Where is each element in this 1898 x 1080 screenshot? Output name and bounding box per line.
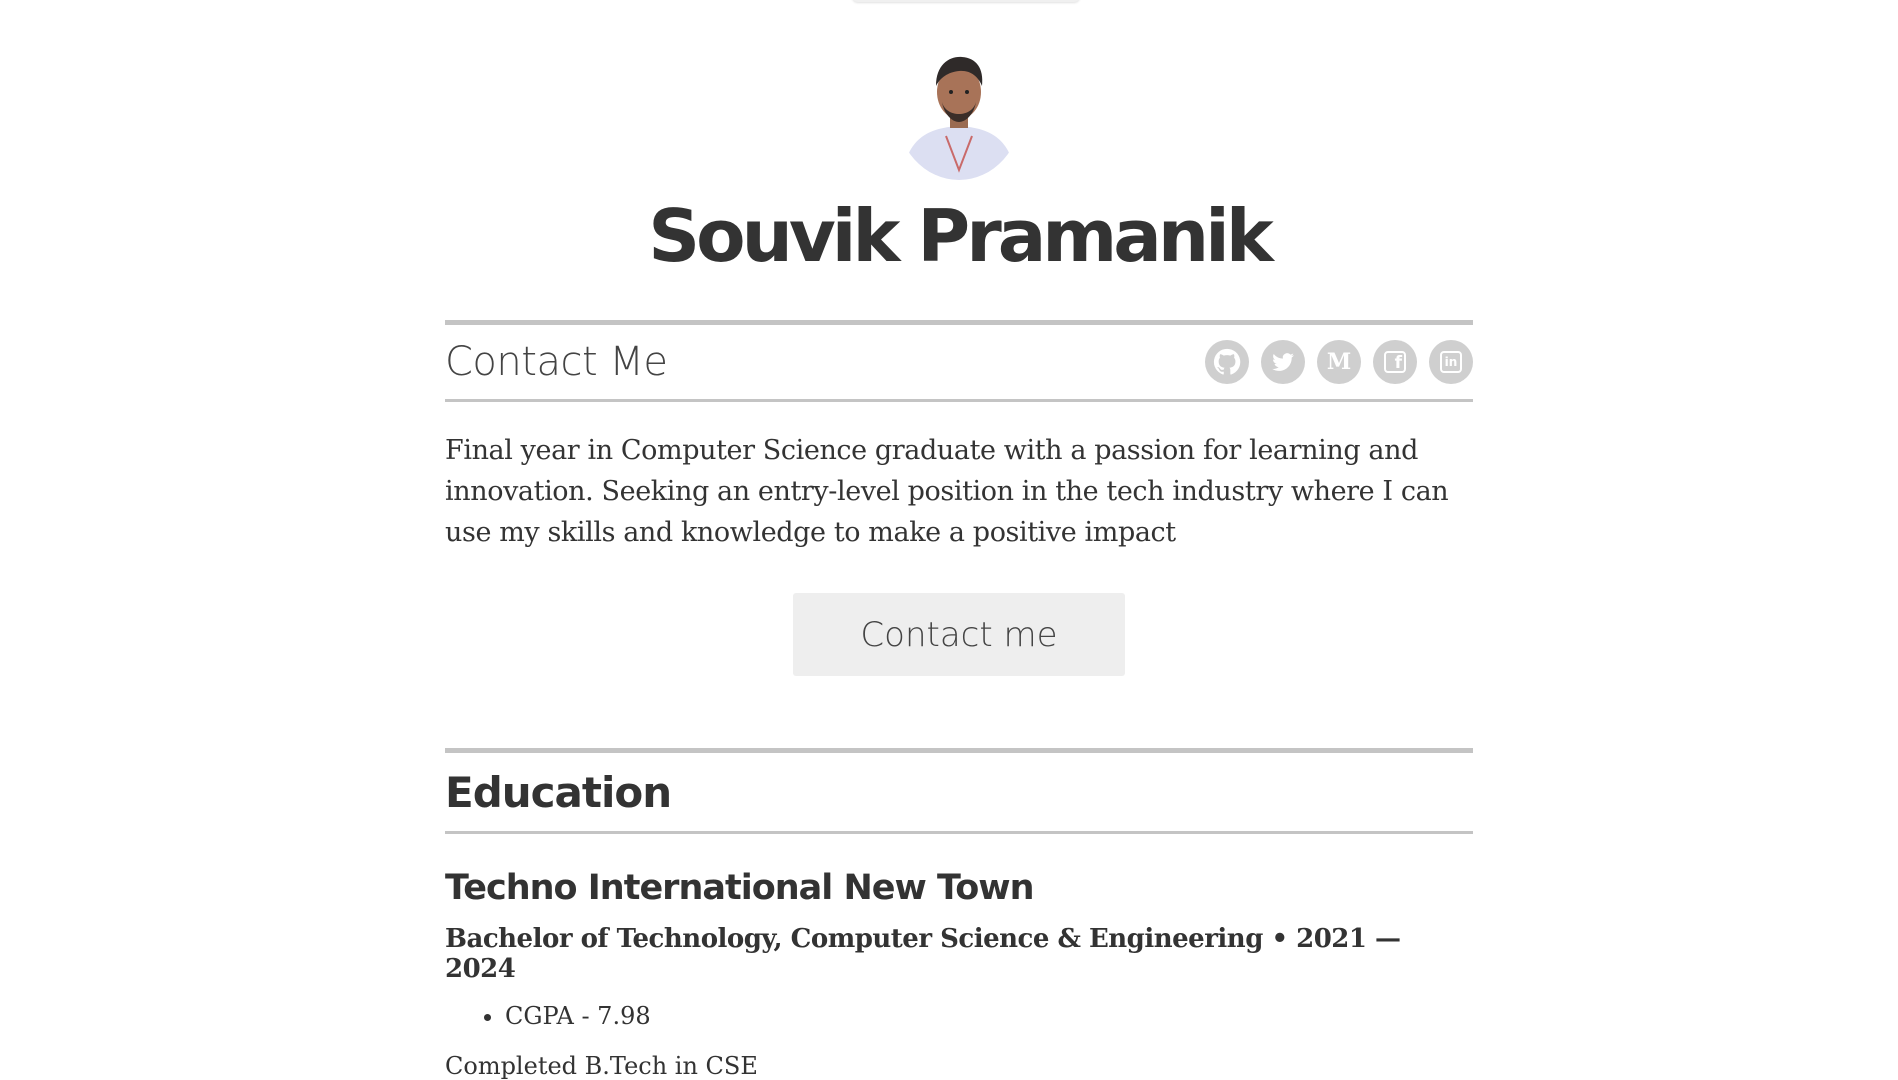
- linkedin-icon[interactable]: in: [1429, 340, 1473, 384]
- medium-icon-label: M: [1326, 349, 1352, 375]
- profile-name: Souvik Pramanik: [648, 194, 1273, 278]
- social-links: M f in: [1205, 340, 1473, 384]
- contact-bar: Contact Me M f in: [445, 320, 1473, 402]
- facebook-icon-label: f: [1394, 353, 1402, 373]
- summary-text: Final year in Computer Science graduate …: [445, 435, 1449, 548]
- school-name: Techno International New Town: [445, 868, 1035, 908]
- education-note: Completed B.Tech in CSE: [445, 1052, 758, 1080]
- education-title: Education: [445, 767, 672, 817]
- github-icon[interactable]: [1205, 340, 1249, 384]
- medium-icon[interactable]: M: [1317, 340, 1361, 384]
- education-bullets: CGPA - 7.98: [445, 1002, 1473, 1030]
- facebook-icon-frame: f: [1384, 351, 1406, 373]
- contact-title: Contact Me: [445, 339, 668, 385]
- degree-line: Bachelor of Technology, Computer Science…: [445, 924, 1401, 984]
- linkedin-icon-frame: in: [1440, 351, 1462, 373]
- avatar: [896, 40, 1022, 180]
- profile-header: Souvik Pramanik: [445, 0, 1473, 272]
- list-item: CGPA - 7.98: [505, 1002, 1473, 1030]
- twitter-icon[interactable]: [1261, 340, 1305, 384]
- contact-button-wrap: Contact me: [445, 593, 1473, 676]
- facebook-icon[interactable]: f: [1373, 340, 1417, 384]
- contact-me-button[interactable]: Contact me: [793, 593, 1125, 676]
- education-entry: Techno International New Town Bachelor o…: [445, 868, 1473, 1080]
- resume-container: Souvik Pramanik Contact Me M f in Final …: [445, 0, 1473, 1080]
- education-header: Education: [445, 748, 1473, 834]
- linkedin-icon-label: in: [1444, 355, 1458, 369]
